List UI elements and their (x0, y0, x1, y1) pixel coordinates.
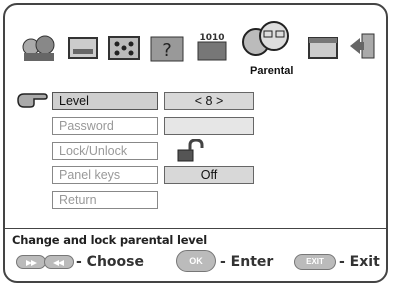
menu-item-lock-unlock[interactable]: Lock/Unlock (52, 142, 158, 160)
people-icon[interactable] (20, 33, 58, 61)
rewind-key-icon (44, 255, 74, 269)
exit-key-text: EXIT (306, 257, 324, 266)
question-icon[interactable]: ? (150, 34, 184, 62)
padlock-open-icon (176, 138, 208, 163)
enter-label: - Enter (220, 254, 274, 270)
tv-screen-icon[interactable] (68, 37, 98, 59)
ok-key-icon: OK (176, 250, 216, 272)
help-text: Change and lock parental level (12, 233, 207, 247)
choose-label: - Choose (76, 254, 144, 270)
ok-key-text: OK (189, 256, 203, 266)
window-icon[interactable] (308, 37, 338, 59)
pointer-hand-icon (16, 91, 48, 109)
digital-icon[interactable]: 1010 (194, 30, 230, 62)
menu-item-return[interactable]: Return (52, 191, 158, 209)
exit-key-icon: EXIT (294, 254, 336, 270)
panel-keys-value[interactable]: Off (164, 166, 254, 184)
level-value[interactable]: < 8 > (164, 92, 254, 110)
active-section-label: Parental (250, 65, 294, 77)
svg-text:?: ? (162, 40, 172, 61)
exit-label: - Exit (339, 254, 380, 270)
parental-faces-icon[interactable] (238, 14, 294, 62)
password-field[interactable] (164, 117, 254, 135)
help-divider (5, 228, 386, 229)
dice-icon[interactable] (108, 36, 140, 60)
menu-item-panel-keys[interactable]: Panel keys (52, 166, 158, 184)
exit-door-icon[interactable] (348, 32, 378, 60)
forward-key-icon (16, 255, 46, 269)
menu-item-level[interactable]: Level (52, 92, 158, 110)
menu-item-password[interactable]: Password (52, 117, 158, 135)
